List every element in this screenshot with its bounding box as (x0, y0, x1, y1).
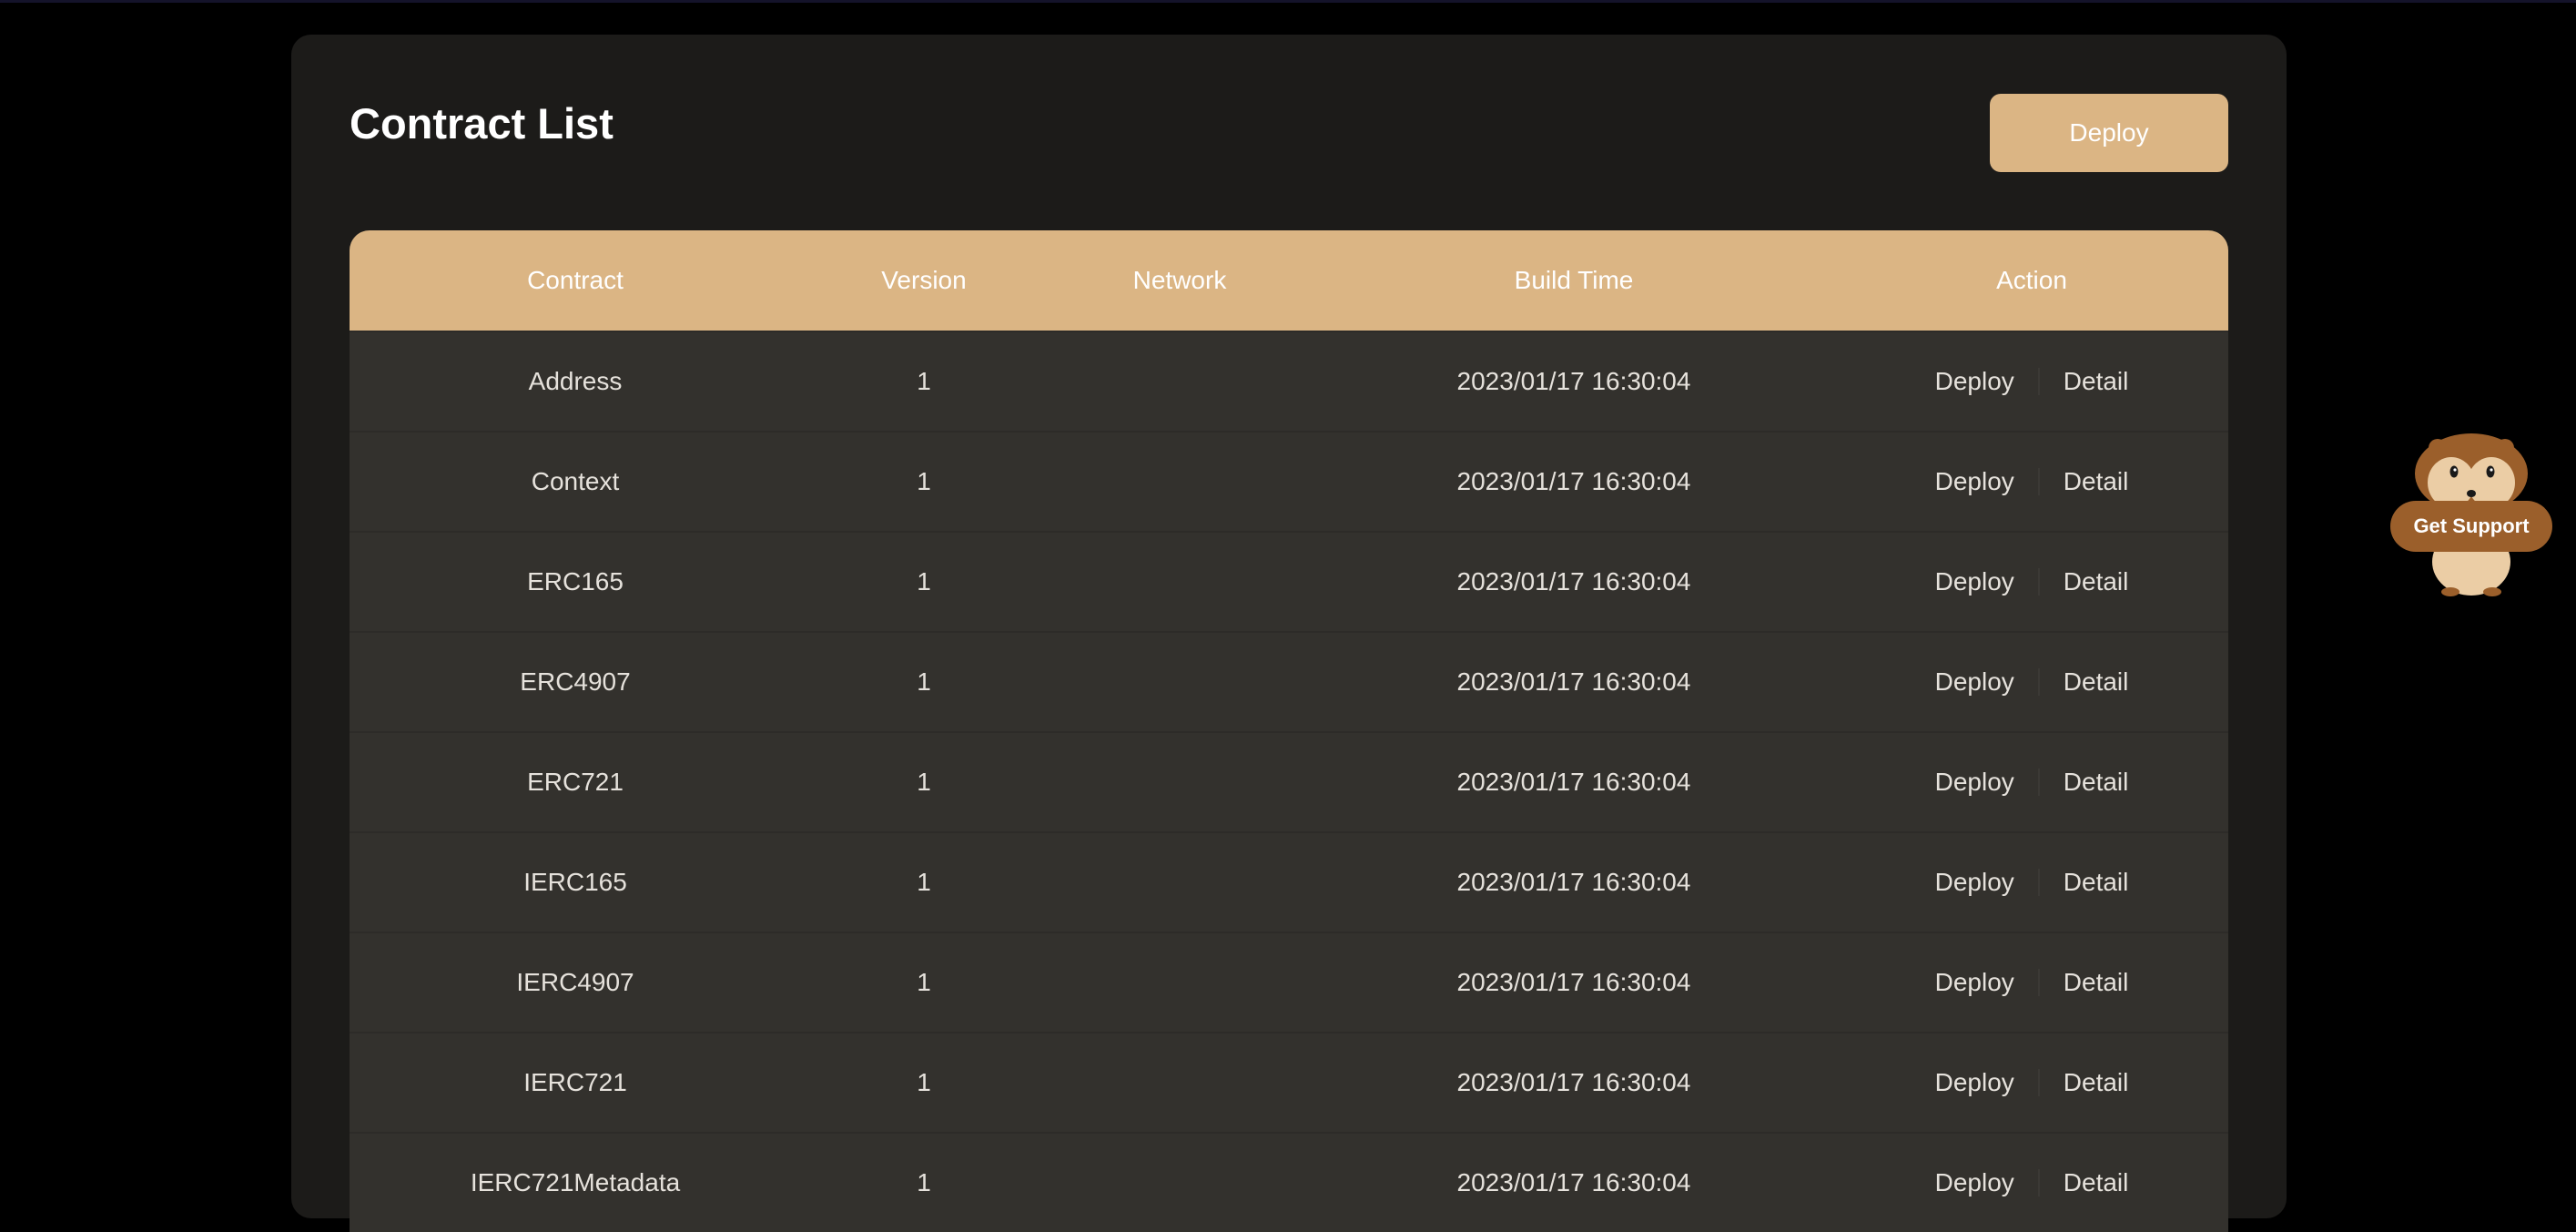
row-deploy-link[interactable]: Deploy (1935, 467, 2014, 496)
row-detail-link[interactable]: Detail (2064, 367, 2129, 396)
version-cell: 1 (917, 667, 931, 696)
contract-name-cell: Context (531, 467, 620, 495)
row-detail-link[interactable]: Detail (2064, 667, 2129, 697)
row-detail-link[interactable]: Detail (2064, 768, 2129, 797)
build-time-cell: 2023/01/17 16:30:04 (1456, 567, 1691, 596)
network-cell (1047, 933, 1313, 1032)
build-time-cell: 2023/01/17 16:30:04 (1456, 467, 1691, 495)
action-cell: Deploy Detail (1835, 1033, 2228, 1132)
table-row: ERC4907 1 2023/01/17 16:30:04 Deploy Detail (350, 631, 2228, 731)
contract-name-cell: ERC4907 (520, 667, 631, 696)
action-divider (2037, 769, 2040, 796)
build-time-cell: 2023/01/17 16:30:04 (1456, 768, 1691, 796)
action-divider (2037, 368, 2040, 395)
version-cell: 1 (917, 367, 931, 395)
top-border (0, 0, 2576, 3)
table-row: IERC721 1 2023/01/17 16:30:04 Deploy Detail (350, 1032, 2228, 1132)
network-cell (1047, 1033, 1313, 1132)
action-divider (2037, 1169, 2040, 1196)
row-detail-link[interactable]: Detail (2064, 868, 2129, 897)
version-cell: 1 (917, 467, 931, 495)
action-cell: Deploy Detail (1835, 833, 2228, 932)
table-row: IERC165 1 2023/01/17 16:30:04 Deploy Detail (350, 831, 2228, 932)
build-time-cell: 2023/01/17 16:30:04 (1456, 1068, 1691, 1096)
contract-name-cell: IERC4907 (516, 968, 634, 996)
table-row: ERC165 1 2023/01/17 16:30:04 Deploy Detail (350, 531, 2228, 631)
row-deploy-link[interactable]: Deploy (1935, 667, 2014, 697)
column-header-version: Version (881, 266, 967, 294)
table-row: IERC4907 1 2023/01/17 16:30:04 Deploy Detail (350, 932, 2228, 1032)
action-cell: Deploy Detail (1835, 1134, 2228, 1232)
action-divider (2037, 969, 2040, 996)
build-time-cell: 2023/01/17 16:30:04 (1456, 1168, 1691, 1196)
row-detail-link[interactable]: Detail (2064, 467, 2129, 496)
row-deploy-link[interactable]: Deploy (1935, 1068, 2014, 1097)
contract-name-cell: IERC165 (523, 868, 627, 896)
get-support-widget[interactable]: Get Support (2390, 432, 2552, 597)
network-cell (1047, 533, 1313, 631)
contract-name-cell: ERC721 (527, 768, 624, 796)
build-time-cell: 2023/01/17 16:30:04 (1456, 367, 1691, 395)
network-cell (1047, 433, 1313, 531)
table-header: Contract Version Network Build Time Acti… (350, 230, 2228, 331)
contract-name-cell: IERC721 (523, 1068, 627, 1096)
column-header-action: Action (1996, 266, 2067, 294)
network-cell (1047, 633, 1313, 731)
column-header-contract: Contract (527, 266, 624, 294)
network-cell (1047, 733, 1313, 831)
row-deploy-link[interactable]: Deploy (1935, 968, 2014, 997)
contract-name-cell: IERC721Metadata (470, 1168, 681, 1196)
action-divider (2037, 1069, 2040, 1096)
action-cell: Deploy Detail (1835, 733, 2228, 831)
version-cell: 1 (917, 1068, 931, 1096)
row-detail-link[interactable]: Detail (2064, 1168, 2129, 1197)
version-cell: 1 (917, 968, 931, 996)
action-divider (2037, 869, 2040, 896)
deploy-button[interactable]: Deploy (1990, 94, 2228, 172)
contract-name-cell: ERC165 (527, 567, 624, 596)
network-cell (1047, 332, 1313, 431)
contract-table: Contract Version Network Build Time Acti… (350, 230, 2228, 1232)
table-row: Context 1 2023/01/17 16:30:04 Deploy Detail (350, 431, 2228, 531)
action-cell: Deploy Detail (1835, 433, 2228, 531)
build-time-cell: 2023/01/17 16:30:04 (1456, 667, 1691, 696)
network-cell (1047, 833, 1313, 932)
version-cell: 1 (917, 768, 931, 796)
column-header-network: Network (1132, 266, 1227, 294)
action-cell: Deploy Detail (1835, 633, 2228, 731)
table-row: ERC721 1 2023/01/17 16:30:04 Deploy Detail (350, 731, 2228, 831)
column-header-build-time: Build Time (1514, 266, 1634, 294)
table-row: Address 1 2023/01/17 16:30:04 Deploy Detail (350, 331, 2228, 431)
action-cell: Deploy Detail (1835, 533, 2228, 631)
contract-name-cell: Address (528, 367, 623, 395)
row-deploy-link[interactable]: Deploy (1935, 1168, 2014, 1197)
network-cell (1047, 1134, 1313, 1232)
row-deploy-link[interactable]: Deploy (1935, 367, 2014, 396)
row-deploy-link[interactable]: Deploy (1935, 567, 2014, 596)
action-divider (2037, 468, 2040, 495)
build-time-cell: 2023/01/17 16:30:04 (1456, 868, 1691, 896)
action-cell: Deploy Detail (1835, 933, 2228, 1032)
contract-list-panel: Contract List Deploy Contract Version Ne… (291, 35, 2287, 1232)
table-row: IERC721Metadata 1 2023/01/17 16:30:04 Deplo… (350, 1132, 2228, 1232)
build-time-cell: 2023/01/17 16:30:04 (1456, 968, 1691, 996)
table-body: Address 1 2023/01/17 16:30:04 Deploy Detail C… (350, 331, 2228, 1232)
row-detail-link[interactable]: Detail (2064, 1068, 2129, 1097)
version-cell: 1 (917, 567, 931, 596)
action-cell: Deploy Detail (1835, 332, 2228, 431)
version-cell: 1 (917, 868, 931, 896)
action-divider (2037, 568, 2040, 596)
version-cell: 1 (917, 1168, 931, 1196)
get-support-label: Get Support (2390, 501, 2552, 552)
row-deploy-link[interactable]: Deploy (1935, 868, 2014, 897)
action-divider (2037, 668, 2040, 696)
row-deploy-link[interactable]: Deploy (1935, 768, 2014, 797)
row-detail-link[interactable]: Detail (2064, 968, 2129, 997)
row-detail-link[interactable]: Detail (2064, 567, 2129, 596)
page-title: Contract List (350, 99, 614, 148)
